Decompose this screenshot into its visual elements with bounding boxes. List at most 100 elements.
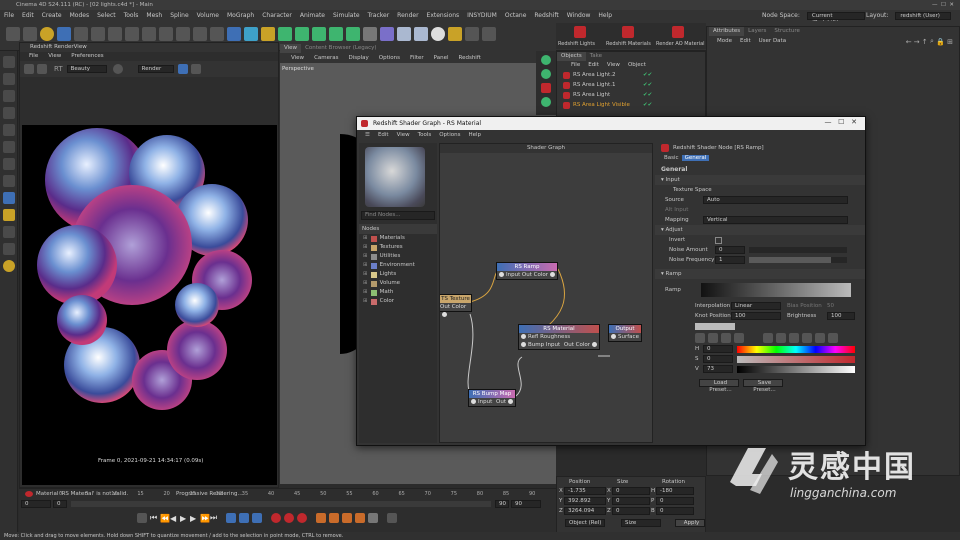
render-queue-icon[interactable] [482, 27, 496, 41]
node-category[interactable]: ⊞ Utilities [363, 252, 437, 261]
lock-icon[interactable] [3, 226, 15, 238]
expand-icon[interactable]: ⊞ [363, 288, 368, 297]
menu-item-file[interactable]: File [0, 10, 18, 21]
color-swatch[interactable] [695, 323, 735, 330]
render-stop-icon[interactable] [37, 64, 47, 74]
apply-button[interactable]: Apply [675, 519, 705, 527]
redshift-lights-icon[interactable] [574, 26, 586, 38]
viewport-tab-0[interactable]: View [280, 44, 302, 53]
redshift-materials-label[interactable]: Redshift Materials [606, 41, 651, 47]
render-check-icon[interactable]: ✔ [648, 102, 653, 108]
hamburger-icon[interactable]: ☰ [361, 130, 374, 140]
load-preset-button[interactable]: Load Preset... [699, 379, 739, 393]
viewport-menu-panel[interactable]: Panel [429, 53, 454, 63]
coord-system-icon[interactable] [193, 27, 207, 41]
render-select[interactable]: Render [137, 65, 174, 73]
menu-item-help[interactable]: Help [594, 10, 616, 21]
range-slider[interactable] [71, 500, 491, 507]
window-controls[interactable]: — ☐ ✕ [932, 0, 954, 10]
s-field[interactable]: 0 [703, 355, 733, 363]
save-preset-button[interactable]: Save Preset... [743, 379, 783, 393]
objects-menu-file[interactable]: File [567, 61, 584, 70]
menu-item-octane[interactable]: Octane [501, 10, 531, 21]
snapshot-icon[interactable] [112, 64, 123, 74]
start-frame-field[interactable]: 0 [21, 499, 51, 508]
menu-item-redshift[interactable]: Redshift [530, 10, 562, 21]
attributes-tab-attributes[interactable]: Attributes [709, 27, 745, 36]
expand-icon[interactable]: ⊞ [363, 234, 368, 243]
coords-size-select[interactable]: Size [621, 519, 661, 527]
objects-menu-view[interactable]: View [603, 61, 624, 70]
deformer-icon[interactable] [278, 27, 292, 41]
interpolation-select[interactable]: Linear [731, 302, 781, 310]
param-key-icon[interactable] [355, 513, 365, 523]
expand-icon[interactable]: ⊞ [363, 279, 368, 288]
redo-icon[interactable] [23, 27, 37, 41]
go-to-end-icon[interactable]: ⏭ [210, 513, 220, 523]
menu-item-window[interactable]: Window [563, 10, 595, 21]
image-picker-icon[interactable] [721, 333, 731, 343]
material-out-port[interactable] [592, 342, 597, 347]
end-frame-field[interactable]: 90 [495, 499, 509, 508]
model-mode-icon[interactable] [3, 56, 15, 68]
viewport-menu-view[interactable]: View [286, 53, 309, 63]
noise-amount-field[interactable]: 0 [715, 246, 745, 254]
viewport-menu-display[interactable]: Display [344, 53, 374, 63]
new-panel-icon[interactable]: ⊞ [947, 38, 953, 46]
render-ao-label[interactable]: Render AO Material [656, 41, 705, 47]
rt-icon[interactable]: RT [54, 65, 63, 73]
coords-z-size[interactable]: 0 [612, 507, 650, 515]
find-nodes-input[interactable]: Find Nodes... [361, 211, 435, 220]
input-section[interactable]: ▾ Input [655, 175, 865, 185]
layout-select[interactable]: redshift (User) [895, 11, 952, 20]
search-icon[interactable]: ⌕ [930, 37, 934, 46]
surface-port[interactable] [611, 334, 616, 339]
menu-item-modes[interactable]: Modes [66, 10, 93, 21]
attributes-menu-edit[interactable]: Edit [736, 36, 755, 46]
spline-pen-icon[interactable] [244, 27, 258, 41]
enable-snap-icon[interactable] [3, 175, 15, 187]
menu-item-edit[interactable]: Edit [18, 10, 38, 21]
coords-b-rotation[interactable]: 0 [656, 507, 694, 515]
noise-amount-slider[interactable] [749, 247, 847, 253]
undo-icon[interactable] [6, 27, 20, 41]
expand-icon[interactable]: ⊞ [363, 243, 368, 252]
shader-menu-edit[interactable]: Edit [374, 130, 393, 140]
tag-icon[interactable] [363, 27, 377, 41]
noise-frequency-field[interactable]: 1 [715, 256, 745, 264]
node-category[interactable]: ⊞ Volume [363, 279, 437, 288]
object-row[interactable]: RS Area Light ✔ ✔ [557, 90, 705, 100]
node-category[interactable]: ⊞ Environment [363, 261, 437, 270]
menu-item-animate[interactable]: Animate [296, 10, 329, 21]
coords-y-size[interactable]: 0 [612, 497, 650, 505]
shader-menu-options[interactable]: Options [435, 130, 464, 140]
texture-mode-icon[interactable] [3, 73, 15, 85]
axis-mode-icon[interactable] [3, 158, 15, 170]
solo-icon[interactable] [3, 209, 15, 221]
rs-strip-icon-2[interactable] [541, 69, 551, 79]
move-icon[interactable] [57, 27, 71, 41]
graph-canvas[interactable]: Shader Graph RS Ramp Input Out Color TS … [439, 143, 653, 443]
node-output[interactable]: Output Surface [608, 324, 642, 342]
ramp-gradient[interactable] [701, 283, 851, 297]
knot-position-field[interactable]: 100 [731, 312, 781, 320]
v-field[interactable]: 73 [703, 365, 733, 373]
points-mode-icon[interactable] [3, 90, 15, 102]
next-key-icon[interactable]: ⏩ [200, 514, 210, 523]
bump-out-port[interactable] [508, 399, 513, 404]
menu-item-select[interactable]: Select [93, 10, 120, 21]
adjust-section[interactable]: ▾ Adjust [655, 225, 865, 235]
menu-item-render[interactable]: Render [393, 10, 422, 21]
renderview-menu-file[interactable]: File [24, 52, 43, 61]
objects-menu-object[interactable]: Object [624, 61, 650, 70]
render-settings-icon[interactable] [465, 27, 479, 41]
eyedropper-icon[interactable] [828, 333, 838, 343]
objects-menu-edit[interactable]: Edit [584, 61, 603, 70]
coords-y-position[interactable]: 392.892 [564, 497, 606, 505]
floor-icon[interactable] [414, 27, 428, 41]
pla-key-icon[interactable] [368, 513, 378, 523]
menu-item-character[interactable]: Character [258, 10, 296, 21]
menu-item-insydium[interactable]: INSYDIUM [463, 10, 501, 21]
light-icon[interactable] [431, 27, 445, 41]
prev-key-icon[interactable]: ⏪ [160, 514, 170, 523]
